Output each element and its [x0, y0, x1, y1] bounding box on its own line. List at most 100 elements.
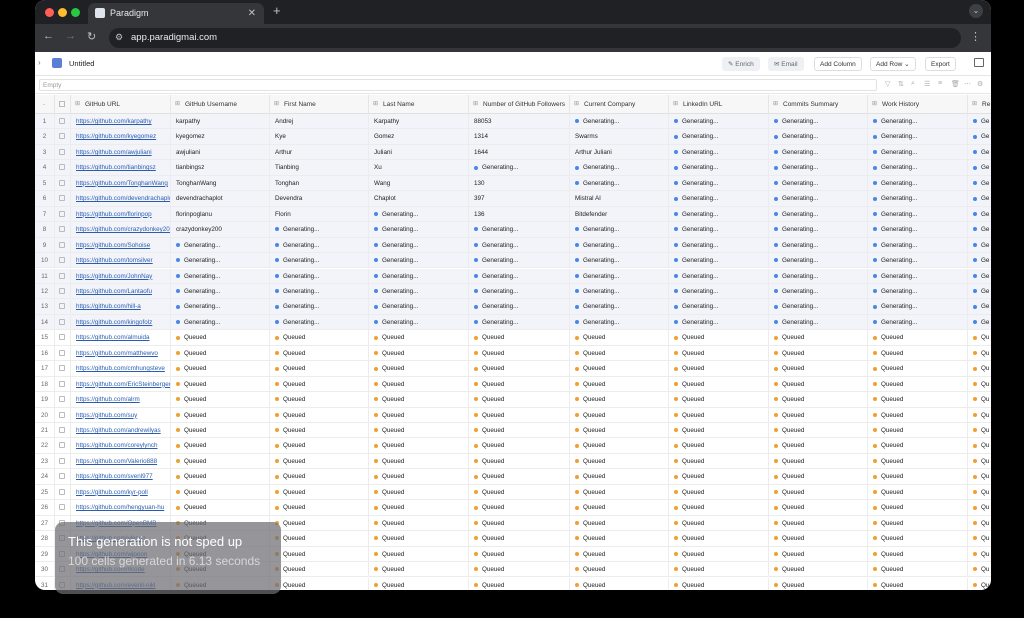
- table-cell[interactable]: Queued: [369, 484, 469, 500]
- table-cell[interactable]: Queued: [469, 361, 570, 377]
- table-cell[interactable]: Queued: [369, 423, 469, 438]
- table-cell[interactable]: Generating...: [669, 191, 769, 207]
- table-cell[interactable]: Queued: [669, 361, 769, 377]
- table-row[interactable]: 23 https://github.com/Valerio888 Queued Que…: [35, 453, 991, 470]
- table-cell[interactable]: Generating...: [469, 160, 570, 176]
- github-url-link[interactable]: https://github.com/andrewilyas: [71, 423, 171, 438]
- table-cell[interactable]: Queued: [669, 562, 769, 578]
- table-cell[interactable]: Queued: [769, 345, 868, 361]
- table-cell[interactable]: Ge: [968, 160, 991, 175]
- table-cell[interactable]: Queued: [270, 361, 369, 377]
- table-cell[interactable]: Queued: [769, 577, 868, 590]
- table-cell[interactable]: Queued: [469, 484, 570, 500]
- expand-sidebar-icon[interactable]: ›: [38, 58, 41, 67]
- table-cell[interactable]: Ge: [968, 114, 991, 129]
- table-row[interactable]: 17 https://github.com/cmhungsteve Queued Qu…: [35, 361, 991, 377]
- table-cell[interactable]: Queued: [868, 423, 968, 438]
- row-checkbox[interactable]: [55, 484, 71, 500]
- github-url-link[interactable]: https://github.com/devendrachaplot: [71, 191, 171, 207]
- table-row[interactable]: 4 https://github.com/tianbingsz tianbingsz…: [35, 160, 991, 176]
- table-cell[interactable]: Qu: [968, 438, 991, 453]
- table-cell[interactable]: Queued: [270, 515, 369, 531]
- table-cell[interactable]: Queued: [270, 392, 369, 408]
- table-cell[interactable]: Generating...: [171, 299, 270, 315]
- table-cell[interactable]: Queued: [469, 469, 570, 485]
- github-url-link[interactable]: https://github.com/coreylynch: [71, 438, 171, 454]
- table-cell[interactable]: Queued: [270, 345, 369, 361]
- table-cell[interactable]: Qu: [968, 562, 991, 577]
- table-cell[interactable]: Generating...: [769, 144, 868, 160]
- table-cell[interactable]: Generating...: [369, 283, 469, 299]
- settings-icon[interactable]: ⚙: [977, 80, 983, 88]
- table-cell[interactable]: Queued: [171, 407, 270, 423]
- table-cell[interactable]: Queued: [868, 484, 968, 500]
- table-cell[interactable]: Xu: [369, 160, 469, 176]
- table-cell[interactable]: Queued: [270, 546, 369, 562]
- table-row[interactable]: 20 https://github.com/suy Queued Queued Queu…: [35, 407, 991, 423]
- column-header[interactable]: ⊞ Commits Summary: [769, 95, 868, 114]
- table-cell[interactable]: Queued: [570, 562, 669, 578]
- github-url-link[interactable]: https://github.com/hill-a: [71, 299, 171, 315]
- table-cell[interactable]: Queued: [769, 453, 868, 469]
- table-cell[interactable]: 397: [469, 191, 570, 207]
- table-cell[interactable]: Queued: [469, 392, 570, 408]
- panel-toggle-icon[interactable]: [974, 58, 984, 67]
- table-cell[interactable]: Ge: [968, 145, 991, 160]
- table-cell[interactable]: Queued: [570, 531, 669, 547]
- table-cell[interactable]: Bitdefender: [570, 206, 669, 222]
- table-cell[interactable]: Queued: [669, 392, 769, 408]
- table-cell[interactable]: Generating...: [469, 299, 570, 315]
- table-cell[interactable]: Generating...: [868, 175, 968, 191]
- table-cell[interactable]: Queued: [769, 515, 868, 531]
- sort-icon[interactable]: ⇅: [898, 80, 904, 88]
- table-cell[interactable]: Generating...: [171, 253, 270, 269]
- table-cell[interactable]: Ge: [968, 284, 991, 299]
- export-button[interactable]: Export: [925, 57, 956, 71]
- table-cell[interactable]: Queued: [270, 562, 369, 578]
- table-cell[interactable]: Generating...: [369, 206, 469, 222]
- table-cell[interactable]: Queued: [469, 438, 570, 454]
- table-cell[interactable]: Queued: [769, 361, 868, 377]
- table-row[interactable]: 3 https://github.com/awjuliani awjuliani Ar…: [35, 144, 991, 161]
- table-cell[interactable]: Ge: [968, 176, 991, 191]
- github-url-link[interactable]: https://github.com/crazydonkey200: [71, 222, 171, 238]
- table-cell[interactable]: Queued: [469, 546, 570, 562]
- table-cell[interactable]: Generating...: [868, 144, 968, 160]
- table-cell[interactable]: Queued: [469, 330, 570, 346]
- table-cell[interactable]: Generating...: [769, 114, 868, 129]
- table-cell[interactable]: Qu: [968, 423, 991, 438]
- table-cell[interactable]: Queued: [570, 500, 669, 516]
- table-cell[interactable]: Queued: [469, 515, 570, 531]
- row-checkbox[interactable]: [55, 469, 71, 485]
- column-header[interactable]: ⊞ Re: [968, 95, 991, 114]
- table-cell[interactable]: florinpoglanu: [171, 206, 270, 222]
- table-cell[interactable]: Kye: [270, 129, 369, 145]
- back-icon[interactable]: ←: [43, 30, 54, 42]
- table-cell[interactable]: Arthur Juliani: [570, 144, 669, 160]
- table-cell[interactable]: Queued: [868, 330, 968, 346]
- table-cell[interactable]: Queued: [171, 484, 270, 500]
- table-cell[interactable]: Andrej: [270, 114, 369, 129]
- table-cell[interactable]: Generating...: [769, 283, 868, 299]
- table-cell[interactable]: Generating...: [769, 175, 868, 191]
- table-cell[interactable]: Queued: [171, 423, 270, 438]
- table-cell[interactable]: Qu: [968, 485, 991, 500]
- github-url-link[interactable]: https://github.com/Lantaofu: [71, 283, 171, 299]
- table-cell[interactable]: Queued: [769, 330, 868, 346]
- table-cell[interactable]: Generating...: [669, 206, 769, 222]
- table-cell[interactable]: Generating...: [469, 237, 570, 253]
- table-cell[interactable]: Queued: [270, 407, 369, 423]
- table-cell[interactable]: Queued: [570, 361, 669, 377]
- table-row[interactable]: 2 https://github.com/kyegomez kyegomez Kye G…: [35, 129, 991, 145]
- table-cell[interactable]: 130: [469, 175, 570, 191]
- table-cell[interactable]: Generating...: [669, 299, 769, 315]
- row-checkbox[interactable]: [55, 407, 71, 423]
- table-cell[interactable]: Generating...: [769, 268, 868, 284]
- table-cell[interactable]: Queued: [369, 361, 469, 377]
- table-cell[interactable]: Queued: [570, 438, 669, 454]
- table-cell[interactable]: Generating...: [868, 191, 968, 207]
- table-cell[interactable]: Generating...: [570, 222, 669, 238]
- table-cell[interactable]: Queued: [369, 392, 469, 408]
- row-checkbox[interactable]: [55, 175, 71, 191]
- github-url-link[interactable]: https://github.com/kingofolz: [71, 314, 171, 330]
